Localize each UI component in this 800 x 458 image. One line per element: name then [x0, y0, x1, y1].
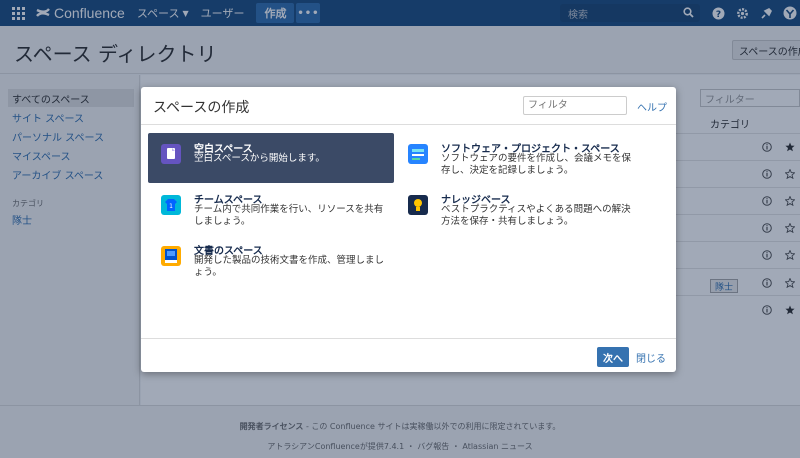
- blueprint-blank-space[interactable]: 空白スペース 空白スペースから開始します。: [148, 133, 394, 183]
- blueprint-team-space[interactable]: 1 チームスペース チーム内で共同作業を行い、リソースを共有しましょう。: [148, 184, 394, 234]
- create-space-dialog: スペースの作成 ヘルプ 空白スペース 空白スペースから開始します。 ソフトウェア…: [141, 87, 676, 372]
- team-space-icon: 1: [161, 195, 181, 215]
- blueprint-documentation-space[interactable]: 文書のスペース 開発した製品の技術文書を作成、管理しましょう。: [148, 235, 394, 285]
- blueprint-knowledge-base[interactable]: ナレッジベース ベストプラクティスやよくある問題への解決方法を保存・共有しましょ…: [395, 184, 641, 234]
- blueprint-description: ソフトウェアの要件を作成し、会議メモを保存し、決定を記録しましょう。: [441, 153, 632, 176]
- svg-text:1: 1: [169, 203, 173, 210]
- software-project-icon: [408, 144, 428, 164]
- dialog-header: スペースの作成 ヘルプ: [141, 87, 676, 125]
- blueprint-filter-input[interactable]: [523, 96, 627, 115]
- blueprint-description: 開発した製品の技術文書を作成、管理しましょう。: [194, 255, 385, 278]
- knowledge-base-icon: [408, 195, 428, 215]
- blank-space-icon: [161, 144, 181, 164]
- dialog-title: スペースの作成: [153, 100, 250, 116]
- documentation-space-icon: [161, 246, 181, 266]
- close-button[interactable]: 閉じる: [636, 350, 666, 365]
- dialog-footer: [141, 338, 676, 372]
- blueprint-description: 空白スペースから開始します。: [194, 153, 325, 164]
- blueprint-description: ベストプラクティスやよくある問題への解決方法を保存・共有しましょう。: [441, 204, 631, 227]
- help-link[interactable]: ヘルプ: [637, 99, 667, 114]
- blueprint-description: チーム内で共同作業を行い、リソースを共有しましょう。: [194, 204, 384, 227]
- blueprint-software-project[interactable]: ソフトウェア・プロジェクト・スペース ソフトウェアの要件を作成し、会議メモを保存…: [395, 133, 641, 183]
- next-button[interactable]: 次へ: [597, 347, 629, 367]
